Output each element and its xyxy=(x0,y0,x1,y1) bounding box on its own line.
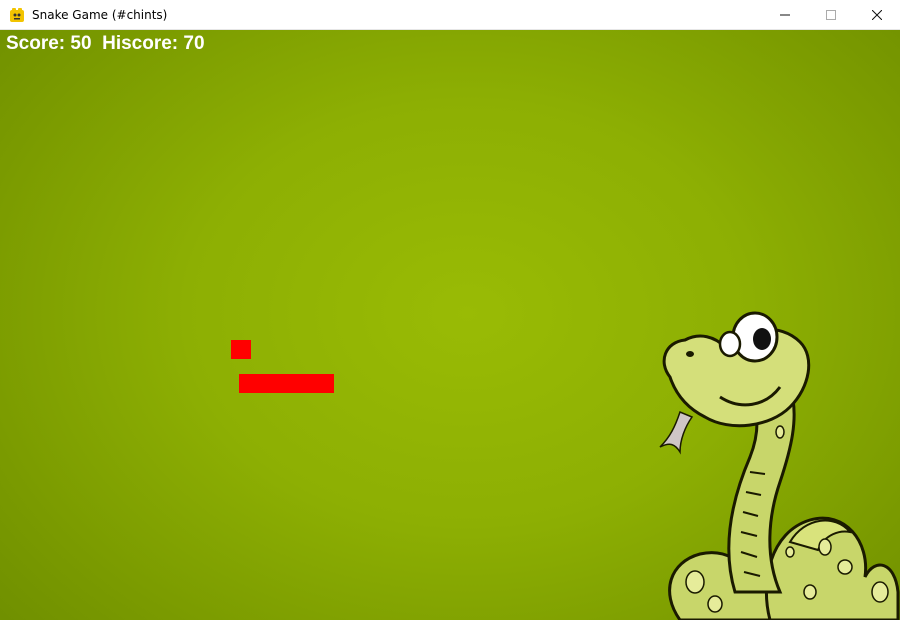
minimize-button[interactable] xyxy=(762,0,808,30)
maximize-button[interactable] xyxy=(808,0,854,30)
minimize-icon xyxy=(780,14,790,16)
close-button[interactable] xyxy=(854,0,900,30)
window-title: Snake Game (#chints) xyxy=(32,7,168,22)
pygame-snake-icon xyxy=(10,7,24,22)
food-block xyxy=(231,340,251,359)
score-display: Score: 50 Hiscore: 70 xyxy=(6,33,205,54)
game-canvas[interactable]: Score: 50 Hiscore: 70 xyxy=(0,30,900,620)
game-window: Snake Game (#chints) Score: 50 Hiscore: … xyxy=(0,0,900,620)
maximize-icon xyxy=(826,10,836,20)
title-bar[interactable]: Snake Game (#chints) xyxy=(0,0,900,30)
close-icon xyxy=(872,10,882,20)
snake-body xyxy=(239,374,334,393)
window-controls xyxy=(762,0,900,30)
cartoon-snake-illustration xyxy=(659,311,900,620)
